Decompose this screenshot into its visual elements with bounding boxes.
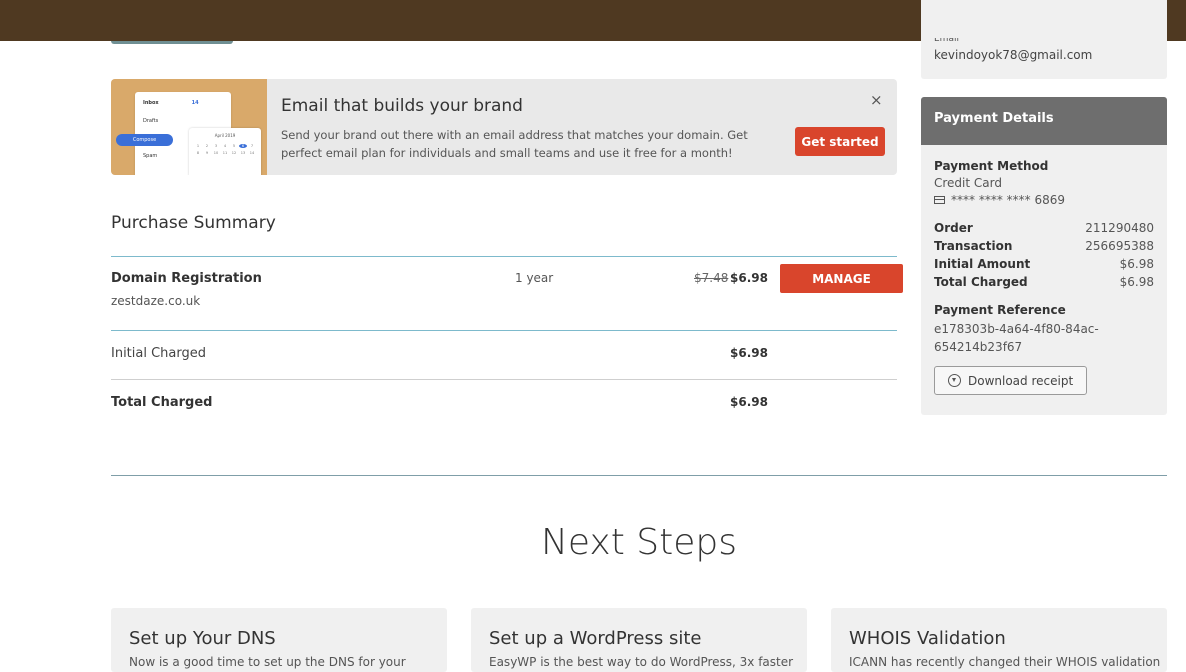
- mock-calendar-title: April 2019: [214, 133, 236, 138]
- download-receipt-label: Download receipt: [968, 373, 1074, 388]
- mock-drafts-label: Drafts: [143, 118, 159, 124]
- account-email: kevindoyok78@gmail.com: [934, 48, 1093, 62]
- payment-method-value: Credit Card: [934, 176, 1002, 190]
- item-domain: zestdaze.co.uk: [111, 294, 201, 308]
- initial-charged-label: Initial Charged: [111, 346, 207, 361]
- step-card-wordpress[interactable]: Set up a WordPress site EasyWP is the be…: [471, 608, 807, 672]
- payment-reference-label: Payment Reference: [934, 303, 1066, 317]
- card-number-line: **** **** **** 6869: [934, 193, 1154, 207]
- email-label: Email: [934, 38, 959, 44]
- mock-drafts-row: Drafts: [143, 118, 158, 124]
- item-name: Domain Registration: [111, 271, 262, 286]
- next-steps-title: Next Steps: [540, 522, 738, 563]
- item-price: $6.98: [730, 271, 768, 285]
- email-promo-banner: Inbox 14 Drafts Spam Compose April 2019 …: [111, 79, 897, 175]
- item-original-price: $7.48: [694, 271, 729, 285]
- mock-calendar-grid: 1234567 8 9 10 11 12 13 14: [196, 144, 255, 155]
- initial-amount-label: Initial Amount: [934, 257, 1031, 271]
- mock-spam-label: Spam: [143, 153, 158, 159]
- credit-card-icon: [934, 196, 945, 204]
- total-charged-row: Total Charged $6.98: [934, 273, 1154, 291]
- promo-description: Send your brand out there with an email …: [281, 128, 748, 160]
- summary-divider-middle: [111, 330, 897, 331]
- mock-inbox-count: 14: [191, 100, 199, 106]
- step-text: Now is a good time to set up the DNS for…: [129, 655, 406, 669]
- payment-details-title: Payment Details: [921, 97, 1167, 145]
- order-row: Order 211290480: [934, 219, 1154, 237]
- initial-amount-row: Initial Amount $6.98: [934, 255, 1154, 273]
- mock-inbox-label: Inbox: [143, 100, 159, 106]
- mock-calendar: April 2019 1234567 8 9 10 11 12 13 14: [189, 128, 261, 175]
- transaction-label: Transaction: [934, 239, 1013, 253]
- partially-visible-button[interactable]: [111, 41, 233, 44]
- payment-method-label: Payment Method: [934, 159, 1049, 173]
- total-charged-label: Total Charged: [111, 395, 213, 410]
- download-icon: [948, 374, 961, 387]
- transaction-row: Transaction 256695388: [934, 237, 1154, 255]
- promo-title: Email that builds your brand: [281, 96, 523, 116]
- mock-spam-row: Spam: [143, 153, 157, 159]
- item-term: 1 year: [515, 271, 554, 285]
- step-title: WHOIS Validation: [849, 628, 1006, 649]
- payment-details-body: Payment Method Credit Card **** **** ***…: [921, 159, 1167, 395]
- order-label: Order: [934, 221, 973, 235]
- initial-amount-value: $6.98: [1119, 257, 1154, 271]
- total-charged-value: $6.98: [730, 395, 768, 409]
- close-icon[interactable]: ×: [870, 91, 883, 109]
- purchase-summary-title: Purchase Summary: [111, 213, 276, 233]
- order-value: 211290480: [1085, 221, 1154, 235]
- initial-charged-value: $6.98: [730, 346, 768, 360]
- step-text: EasyWP is the best way to do WordPress, …: [489, 655, 794, 669]
- section-divider: [111, 475, 1167, 476]
- summary-divider-top: [111, 256, 897, 257]
- download-receipt-button[interactable]: Download receipt: [934, 366, 1088, 395]
- step-text: ICANN has recently changed their WHOIS v…: [849, 655, 1161, 669]
- promo-illustration: Inbox 14 Drafts Spam Compose April 2019 …: [111, 79, 267, 175]
- payment-details-card: Payment Details Payment Method Credit Ca…: [921, 97, 1167, 415]
- mock-compose-button: Compose: [116, 134, 173, 146]
- total-charged-row-value: $6.98: [1119, 275, 1154, 289]
- manage-button[interactable]: MANAGE: [780, 264, 903, 293]
- summary-divider-bottom: [111, 379, 897, 380]
- step-title: Set up Your DNS: [129, 628, 276, 649]
- card-number: **** **** **** 6869: [951, 193, 1065, 207]
- step-card-dns[interactable]: Set up Your DNS Now is a good time to se…: [111, 608, 447, 672]
- step-title: Set up a WordPress site: [489, 628, 702, 649]
- payment-reference-line-1: e178303b-4a64-4f80-84ac-: [934, 322, 1099, 336]
- payment-reference-line-2: 654214b23f67: [934, 340, 1023, 354]
- transaction-value: 256695388: [1085, 239, 1154, 253]
- total-charged-row-label: Total Charged: [934, 275, 1028, 289]
- get-started-button[interactable]: Get started: [795, 127, 885, 156]
- step-card-whois[interactable]: WHOIS Validation ICANN has recently chan…: [831, 608, 1167, 672]
- mock-inbox-row: Inbox 14: [143, 100, 199, 106]
- payment-summary-rows: Order 211290480 Transaction 256695388 Init…: [934, 219, 1154, 291]
